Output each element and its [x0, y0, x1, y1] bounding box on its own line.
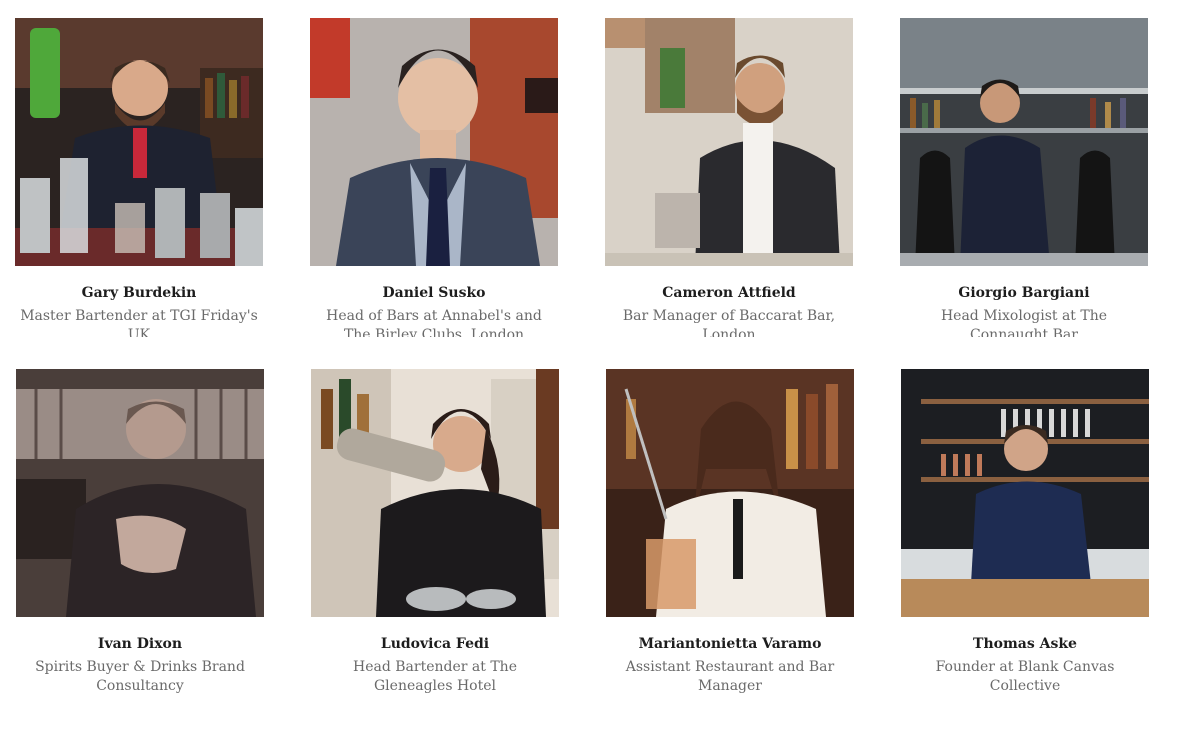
bartender-photo-stirring[interactable]: [606, 369, 854, 617]
person-role: Spirits Buyer & Drinks Brand Consultancy: [0, 658, 284, 696]
person-role: Master Bartender at TGI Friday's UK: [0, 307, 283, 337]
person-role: Head of Bars at Annabel's and The Birley…: [290, 307, 578, 337]
person-role: Head Bartender at The Gleneagles Hotel: [291, 658, 579, 696]
person-role-text: Master Bartender at TGI Friday's UK: [20, 308, 258, 337]
bartender-photo-mixing[interactable]: [605, 18, 853, 266]
person-name: Daniel Susko: [382, 285, 486, 301]
portrait-photo-suit[interactable]: [310, 18, 558, 266]
person-role: Founder at Blank Canvas Collective: [881, 658, 1169, 696]
person-role-text: Head of Bars at Annabel's and The Birley…: [326, 308, 542, 337]
bartender-photo-pouring[interactable]: [15, 18, 263, 266]
person-name: Ludovica Fedi: [380, 636, 490, 652]
portrait-photo-sepia[interactable]: [16, 369, 264, 617]
bartender-photo-shaker[interactable]: [311, 369, 559, 617]
person-role-text: Head Mixologist at The Connaught Bar: [940, 308, 1108, 337]
person-role-text: Head Bartender at The Gleneagles Hotel: [353, 659, 517, 694]
team-grid: Gary Burdekin Master Bartender at TGI Fr…: [0, 0, 1183, 735]
person-name: Cameron Attfield: [662, 285, 796, 301]
person-role-text: Bar Manager of Baccarat Bar, London: [622, 308, 836, 337]
person-role-text: Spirits Buyer & Drinks Brand Consultancy: [35, 659, 245, 694]
portrait-photo-bar-shelves[interactable]: [900, 18, 1148, 266]
person-role-text: Founder at Blank Canvas Collective: [935, 659, 1115, 694]
person-name: Giorgio Bargiani: [958, 285, 1090, 301]
person-name: Thomas Aske: [973, 636, 1077, 652]
person-name: Gary Burdekin: [81, 285, 197, 301]
person-role: Bar Manager of Baccarat Bar, London: [585, 307, 873, 337]
person-role: Head Mixologist at The Connaught Bar: [880, 307, 1168, 337]
person-role: Assistant Restaurant and Bar Manager: [586, 658, 874, 696]
person-role-text: Assistant Restaurant and Bar Manager: [625, 659, 835, 694]
portrait-photo-dark-bar[interactable]: [901, 369, 1149, 617]
person-name: Mariantonietta Varamo: [638, 636, 822, 652]
person-name: Ivan Dixon: [97, 636, 183, 652]
